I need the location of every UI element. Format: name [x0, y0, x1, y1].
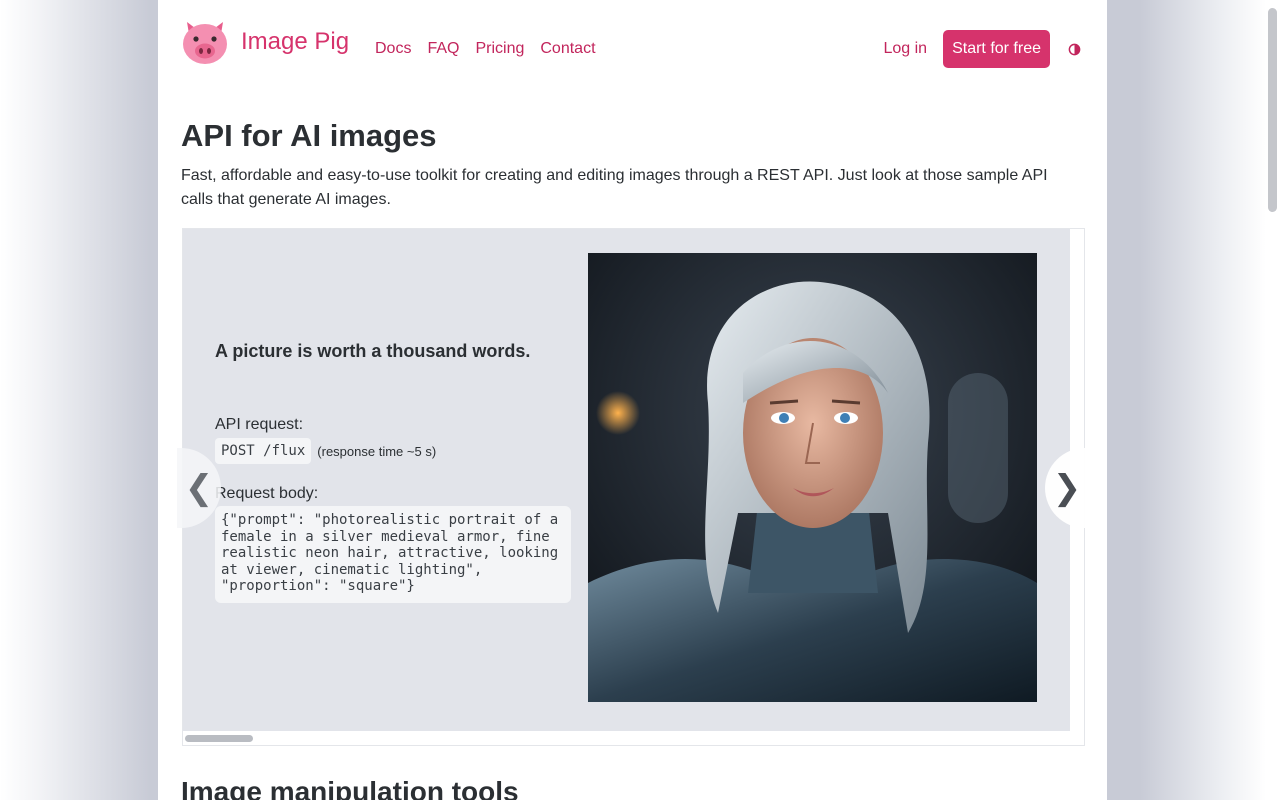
section-title: Image manipulation tools [181, 776, 519, 800]
api-request-label: API request: [215, 416, 304, 433]
brand-name: Image Pig [241, 28, 350, 55]
slide-tagline: A picture is worth a thousand words. [215, 341, 531, 361]
contrast-toggle-icon[interactable] [1068, 43, 1081, 56]
nav-contact[interactable]: Contact [540, 40, 595, 58]
endpoint-code: POST /flux [215, 438, 312, 464]
chevron-right-icon: ❯ [1052, 469, 1082, 507]
login-link[interactable]: Log in [883, 40, 927, 58]
page-container: Image Pig Docs FAQ Pricing Contact Log i… [158, 0, 1107, 800]
brand-link[interactable]: Image Pig [181, 18, 349, 66]
carousel-scrollbar[interactable] [185, 735, 253, 742]
endpoint-row: POST /flux (response time ~5 s) [215, 438, 436, 464]
start-for-free-button[interactable]: Start for free [943, 30, 1050, 68]
page-lead: Fast, affordable and easy-to-use toolkit… [181, 167, 1048, 208]
page-scrollbar[interactable] [1268, 8, 1277, 212]
response-time: (response time ~5 s) [317, 443, 437, 459]
carousel-slide: A picture is worth a thousand words. API… [183, 229, 1070, 731]
request-body-label: Request body: [215, 485, 319, 502]
nav-pricing[interactable]: Pricing [475, 40, 524, 58]
page-title: API for AI images [181, 118, 437, 153]
nav-faq[interactable]: FAQ [427, 40, 459, 58]
request-body-code: {"prompt": "photorealistic portrait of a… [215, 506, 571, 603]
site-header: Image Pig Docs FAQ Pricing Contact Log i… [181, 18, 1081, 74]
generated-image [588, 253, 1037, 702]
nav-docs[interactable]: Docs [375, 40, 411, 58]
pig-logo-icon [183, 22, 227, 64]
header-actions: Log in Start for free [883, 30, 1081, 68]
example-carousel[interactable]: A picture is worth a thousand words. API… [177, 228, 1089, 746]
main-nav: Docs FAQ Pricing Contact [375, 40, 596, 58]
chevron-left-icon: ❮ [184, 469, 214, 507]
